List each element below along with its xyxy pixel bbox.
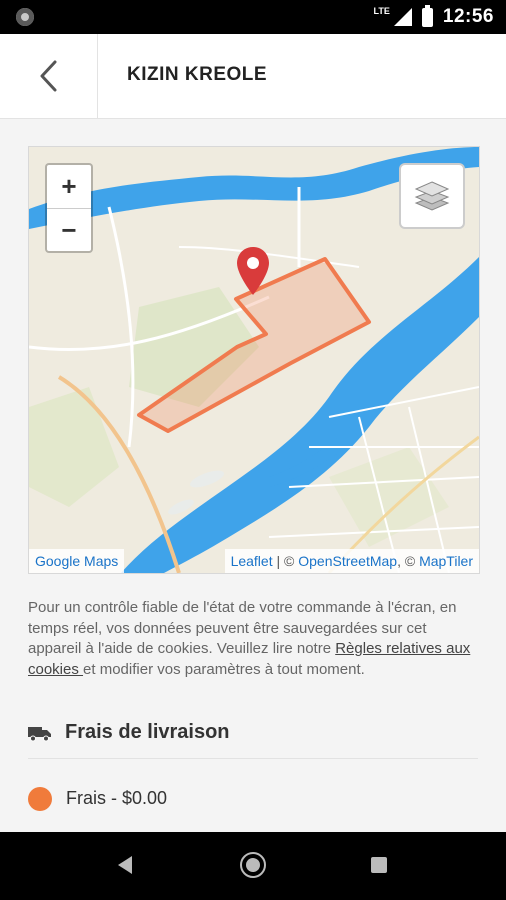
zoom-control: + − bbox=[45, 163, 93, 253]
zoom-out-button[interactable]: − bbox=[47, 209, 91, 252]
signal-icon bbox=[393, 8, 412, 26]
attribution-separator: , © bbox=[397, 553, 420, 569]
truck-icon bbox=[28, 727, 51, 742]
map-pin-icon[interactable] bbox=[235, 245, 271, 297]
attribution-separator: | © bbox=[272, 553, 299, 569]
chevron-left-icon bbox=[40, 60, 56, 92]
system-nav-bar bbox=[0, 832, 506, 900]
leaflet-link[interactable]: Leaflet bbox=[231, 553, 273, 569]
cookie-notice: Pour un contrôle fiable de l'état de vot… bbox=[28, 598, 478, 680]
clock: 12:56 bbox=[442, 6, 494, 27]
cookie-text-after: et modifier vos paramètres à tout moment… bbox=[83, 660, 365, 678]
app-header: KIZIN KREOLE bbox=[0, 34, 506, 119]
battery-icon bbox=[421, 4, 433, 27]
delivery-map[interactable]: + − Google Maps Leaflet | © OpenStreetMa… bbox=[28, 146, 480, 574]
fee-label: Frais - $0.00 bbox=[66, 788, 168, 808]
nav-home-icon[interactable] bbox=[240, 852, 266, 878]
back-button[interactable] bbox=[0, 34, 98, 118]
status-bar: LTE 12:56 bbox=[0, 0, 506, 34]
nav-back-icon[interactable] bbox=[118, 856, 132, 874]
fee-indicator-icon bbox=[28, 787, 52, 811]
network-type: LTE bbox=[373, 6, 390, 16]
map-attribution: Leaflet | © OpenStreetMap, © MapTiler bbox=[224, 549, 479, 573]
zoom-in-button[interactable]: + bbox=[47, 165, 91, 209]
maptiler-link[interactable]: MapTiler bbox=[419, 553, 473, 569]
delivery-fees-header: Frais de livraison bbox=[28, 714, 478, 759]
google-maps-link[interactable]: Google Maps bbox=[29, 549, 125, 573]
layers-button[interactable] bbox=[399, 163, 465, 229]
notification-icon bbox=[16, 8, 34, 26]
nav-recents-icon[interactable] bbox=[371, 857, 387, 873]
page-title: KIZIN KREOLE bbox=[127, 64, 268, 85]
openstreetmap-link[interactable]: OpenStreetMap bbox=[298, 553, 397, 569]
section-title: Frais de livraison bbox=[65, 721, 230, 743]
layers-icon bbox=[414, 181, 450, 211]
